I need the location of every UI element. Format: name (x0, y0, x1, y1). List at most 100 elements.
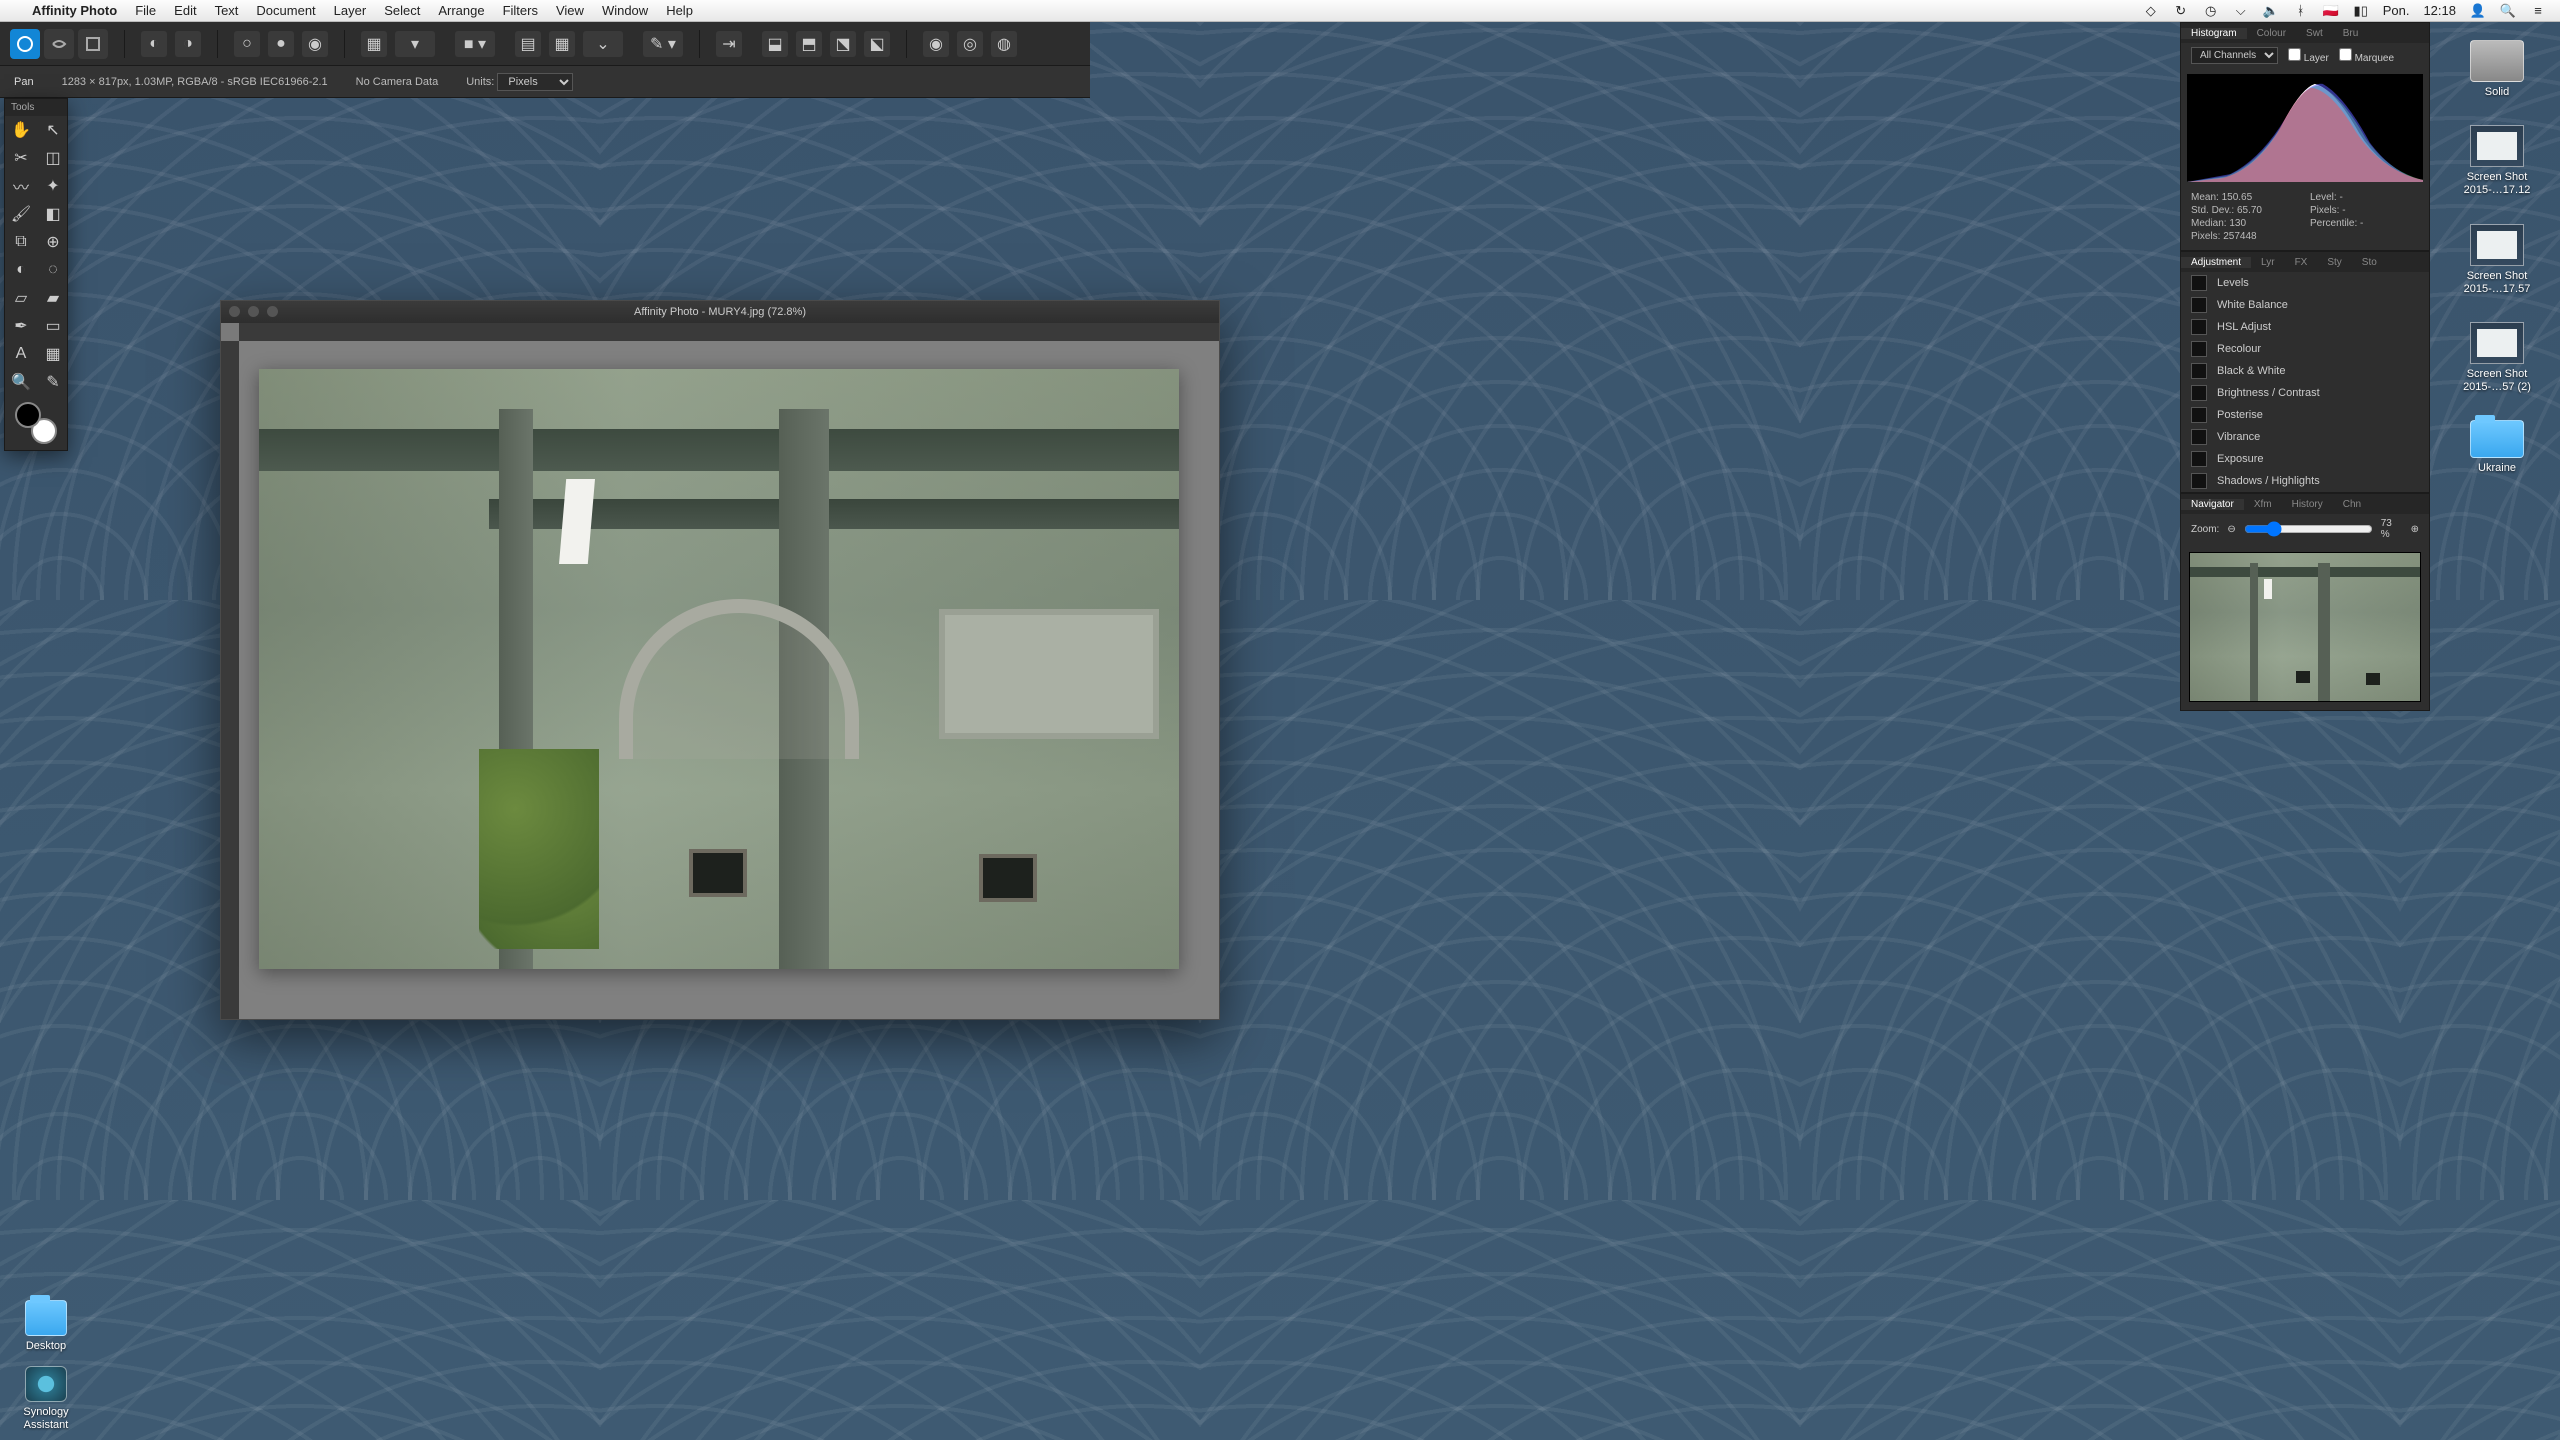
tool-shape[interactable]: ▭ (37, 312, 69, 340)
tb-circle-a[interactable]: ○ (234, 31, 260, 57)
canvas-area[interactable] (239, 341, 1219, 1019)
tool-clone[interactable]: ⧉ (5, 228, 37, 256)
window-zoom[interactable] (267, 306, 278, 317)
tool-pointer[interactable]: ↖ (37, 116, 69, 144)
menu-help[interactable]: Help (666, 3, 693, 18)
tool-mesh[interactable]: ▦ (37, 340, 69, 368)
tab-colour[interactable]: Colour (2247, 28, 2296, 39)
tb-grid2[interactable]: ▦ (549, 31, 575, 57)
nav-zoom-out[interactable]: ⊖ (2227, 524, 2235, 535)
tb-refine2[interactable]: ◍ (991, 31, 1017, 57)
menu-view[interactable]: View (556, 3, 584, 18)
tb-arrange-up[interactable]: ⬔ (830, 31, 856, 57)
bluetooth-icon[interactable]: ᚼ (2293, 3, 2309, 19)
tab-stock[interactable]: Sto (2352, 257, 2387, 268)
tab-layers[interactable]: Lyr (2251, 257, 2285, 268)
tb-arrange-down[interactable]: ⬒ (796, 31, 822, 57)
desktop-icon-screenshot-1[interactable]: Screen Shot 2015-…17.12 (2447, 125, 2547, 197)
flag-icon[interactable]: 🇵🇱 (2323, 3, 2339, 19)
tab-navigator[interactable]: Navigator (2181, 499, 2244, 510)
menu-layer[interactable]: Layer (334, 3, 367, 18)
volume-icon[interactable]: 🔈 (2263, 3, 2279, 19)
menu-document[interactable]: Document (256, 3, 315, 18)
adj-white-balance[interactable]: White Balance (2181, 294, 2429, 316)
adj-bw[interactable]: Black & White (2181, 360, 2429, 382)
ruler-horizontal[interactable] (239, 323, 1219, 341)
wifi-icon[interactable]: ⌵ (2233, 3, 2249, 19)
desktop-icon-folder-ukraine[interactable]: Ukraine (2447, 420, 2547, 475)
tool-pen[interactable]: ✒ (5, 312, 37, 340)
persona-develop[interactable] (78, 29, 108, 59)
color-swatches[interactable] (5, 396, 67, 450)
tab-history[interactable]: History (2282, 499, 2333, 510)
adj-exposure[interactable]: Exposure (2181, 448, 2429, 470)
menu-arrange[interactable]: Arrange (438, 3, 484, 18)
notifications-icon[interactable]: ≡ (2530, 3, 2546, 19)
tb-assistant[interactable]: ✎ ▾ (643, 31, 683, 57)
tab-fx[interactable]: FX (2285, 257, 2318, 268)
window-minimize[interactable] (248, 306, 259, 317)
tab-channels[interactable]: Chn (2333, 499, 2371, 510)
tool-text[interactable]: A (5, 340, 37, 368)
tb-arrange-back[interactable]: ⬓ (762, 31, 788, 57)
adj-levels[interactable]: Levels (2181, 272, 2429, 294)
spotlight-icon[interactable]: 🔍 (2500, 3, 2516, 19)
menu-select[interactable]: Select (384, 3, 420, 18)
tb-before-after[interactable]: ◐ (141, 31, 167, 57)
menu-edit[interactable]: Edit (174, 3, 196, 18)
tab-adjustment[interactable]: Adjustment (2181, 257, 2251, 268)
histogram-channels[interactable]: All Channels (2191, 47, 2278, 64)
adj-brightness-contrast[interactable]: Brightness / Contrast (2181, 382, 2429, 404)
menu-filters[interactable]: Filters (503, 3, 538, 18)
menubar-time[interactable]: 12:18 (2423, 3, 2456, 18)
window-close[interactable] (229, 306, 240, 317)
histogram-marquee-check[interactable]: Marquee (2339, 48, 2394, 64)
document-canvas[interactable] (259, 369, 1179, 969)
user-icon[interactable]: 👤 (2470, 3, 2486, 19)
tb-snap-opts[interactable]: ▾ (395, 31, 435, 57)
ruler-vertical[interactable] (221, 341, 239, 1019)
tool-picker[interactable]: ✎ (37, 368, 69, 396)
navigator-thumbnail[interactable] (2189, 552, 2421, 702)
tb-split[interactable]: ◑ (175, 31, 201, 57)
adj-recolour[interactable]: Recolour (2181, 338, 2429, 360)
tb-arrange-front[interactable]: ⬕ (864, 31, 890, 57)
desktop-icon-screenshot-3[interactable]: Screen Shot 2015-…57 (2) (2447, 322, 2547, 394)
desktop-icon-screenshot-2[interactable]: Screen Shot 2015-…17.57 (2447, 224, 2547, 296)
tb-circle-b[interactable]: ● (268, 31, 294, 57)
tb-refine[interactable]: ◎ (957, 31, 983, 57)
menu-window[interactable]: Window (602, 3, 648, 18)
app-name[interactable]: Affinity Photo (32, 3, 117, 18)
tool-brush[interactable]: 🖌 (5, 200, 37, 228)
desktop-icon-synology[interactable]: Synology Assistant (6, 1366, 86, 1432)
tool-fill[interactable]: ▰ (37, 284, 69, 312)
nav-zoom-slider[interactable] (2244, 521, 2373, 537)
tab-histogram[interactable]: Histogram (2181, 28, 2247, 39)
tool-zoom[interactable]: 🔍 (5, 368, 37, 396)
persona-photo[interactable] (10, 29, 40, 59)
tool-gradient[interactable]: ▱ (5, 284, 37, 312)
foreground-color[interactable] (15, 402, 41, 428)
document-window[interactable]: Affinity Photo - MURY4.jpg (72.8%) (220, 300, 1220, 1020)
menubar-day[interactable]: Pon. (2383, 3, 2410, 18)
tab-transform[interactable]: Xfm (2244, 499, 2282, 510)
histogram-layer-check[interactable]: Layer (2288, 48, 2329, 64)
tool-crop[interactable]: ✂ (5, 144, 37, 172)
tab-swatch[interactable]: Swt (2296, 28, 2333, 39)
menu-file[interactable]: File (135, 3, 156, 18)
adj-shadows-highlights[interactable]: Shadows / Highlights (2181, 470, 2429, 492)
dropbox-icon[interactable]: ◇ (2143, 3, 2159, 19)
doc-titlebar[interactable]: Affinity Photo - MURY4.jpg (72.8%) (221, 301, 1219, 323)
tools-panel[interactable]: Tools ✋ ↖ ✂ ◫ 〰 ✦ 🖌 ◧ ⧉ ⊕ ◐ ◌ ▱ ▰ ✒ ▭ A … (4, 98, 68, 451)
tool-marquee[interactable]: ◫ (37, 144, 69, 172)
tool-hand[interactable]: ✋ (5, 116, 37, 144)
tb-grid[interactable]: ▤ (515, 31, 541, 57)
adj-posterise[interactable]: Posterise (2181, 404, 2429, 426)
timemachine-icon[interactable]: ◷ (2203, 3, 2219, 19)
tb-toggle-ui[interactable]: ⇥ (716, 31, 742, 57)
tb-grid-opts[interactable]: ⌄ (583, 31, 623, 57)
tb-circle-c[interactable]: ◉ (302, 31, 328, 57)
desktop-icon-disk[interactable]: Solid (2447, 40, 2547, 99)
tool-blur[interactable]: ◌ (37, 256, 69, 284)
context-units-select[interactable]: Pixels (497, 73, 573, 91)
